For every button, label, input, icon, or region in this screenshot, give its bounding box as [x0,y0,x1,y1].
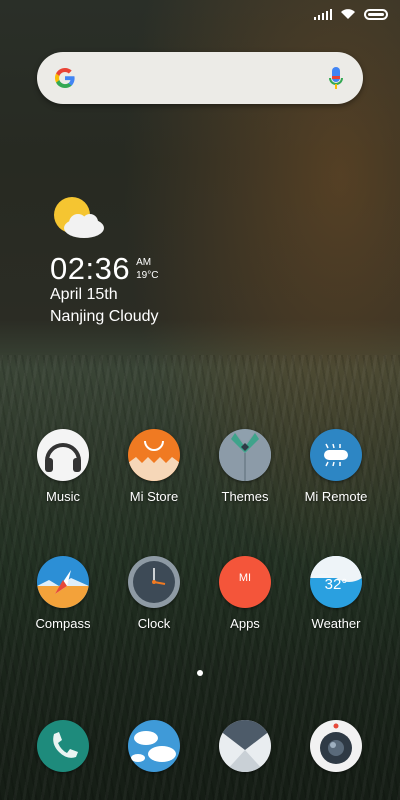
app-weather[interactable]: 32° Weather [291,556,381,631]
time-text: 02:36 [50,251,131,286]
dock-browser[interactable] [219,720,271,772]
clock-icon [128,556,180,608]
app-compass[interactable]: Compass [18,556,108,631]
ampm-text: AM [136,257,152,268]
app-apps[interactable]: MI Apps [200,556,290,631]
google-g-icon [55,68,75,88]
app-label: Music [46,489,80,504]
page-dot-active[interactable] [197,670,203,676]
dock-phone[interactable] [37,720,89,772]
mic-icon[interactable] [329,67,343,91]
weather-temp-badge: 32° [324,576,348,593]
app-clock[interactable]: Clock [109,556,199,631]
app-music[interactable]: Music [18,429,108,504]
app-label: Apps [230,616,260,631]
svg-text:MI: MI [239,572,251,584]
partly-cloudy-icon[interactable] [50,195,106,241]
app-mi-remote[interactable]: Mi Remote [291,429,381,504]
app-label: Clock [137,616,171,631]
browser-icon [219,720,271,772]
remote-bug-icon [310,429,362,481]
camera-icon [310,720,362,772]
temperature-text: 19°C [136,270,159,281]
app-label: Mi Store [129,489,179,504]
clock-widget[interactable]: 02:36 AM 19°C [50,253,158,284]
date-text: April 15th [50,286,118,303]
page-indicator [0,670,400,676]
compass-icon [37,556,89,608]
app-label: Weather [311,616,361,631]
google-search-bar[interactable] [37,52,363,104]
phone-icon [37,720,89,772]
app-mi-store[interactable]: Mi Store [109,429,199,504]
gallery-sky-icon [128,720,180,772]
status-bar [314,6,388,22]
weather-icon: 32° [310,556,362,608]
app-label: Themes [221,489,269,504]
themes-shirt-icon [219,429,271,481]
headphones-icon [37,429,89,481]
mi-store-bag-icon [128,429,180,481]
app-label: Compass [35,616,91,631]
battery-icon [364,8,388,20]
signal-icon [314,8,332,20]
dock-gallery[interactable] [128,720,180,772]
wifi-icon [341,9,355,19]
location-condition-text: Nanjing Cloudy [50,308,159,325]
app-label: Mi Remote [304,489,368,504]
mi-apps-icon: MI [219,556,271,608]
app-themes[interactable]: Themes [200,429,290,504]
dock-camera[interactable] [310,720,362,772]
